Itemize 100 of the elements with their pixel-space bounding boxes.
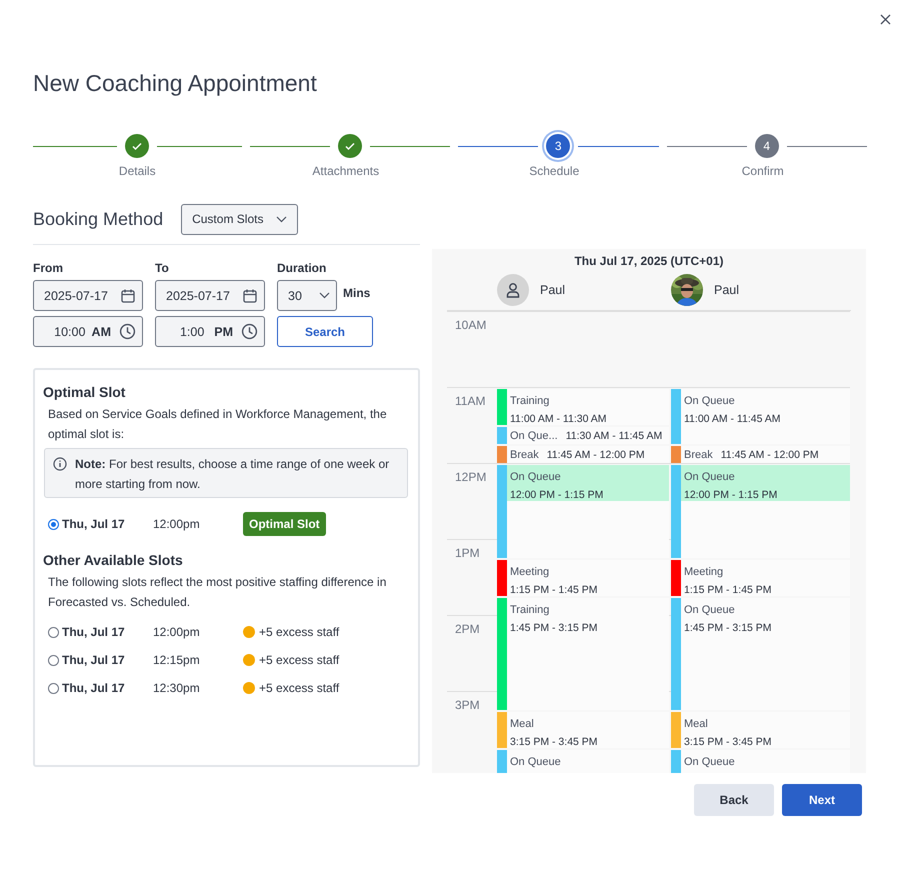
calendar-icon xyxy=(120,288,136,304)
radio-button[interactable] xyxy=(48,682,59,694)
duration-dropdown[interactable]: 30 xyxy=(277,280,337,311)
hour-label: 11AM xyxy=(454,393,486,410)
date-field[interactable]: 2025-07-17 xyxy=(155,280,265,311)
event-time: 3:15 PM - 3:45 PM xyxy=(684,735,773,748)
staffing-text: +5 excess staff xyxy=(259,681,340,695)
event-time: 1:15 PM - 1:45 PM xyxy=(684,583,773,596)
description: Based on Service Goals defined in Workforce Management, the optimal slot is: xyxy=(48,406,388,443)
event-time: 11:45 AM - 12:00 PM xyxy=(546,448,645,463)
event-time: 12:00 PM - 1:15 PM xyxy=(510,488,604,503)
dialog-title: New Coaching Appointment xyxy=(33,70,318,98)
event-title: Meeting xyxy=(684,565,724,580)
note-text: Note: For best results, choose a time range of one week or more starting from now. xyxy=(75,456,390,493)
calendar-event[interactable]: Training 11:00 AM - 11:30 AM xyxy=(497,389,669,425)
clock-icon xyxy=(241,323,258,340)
hour-label: 3PM xyxy=(454,697,481,714)
agent-name: Paul xyxy=(714,282,740,296)
step-number: 3 xyxy=(546,134,570,158)
event-title: On Que... xyxy=(510,429,558,444)
event-title: Training xyxy=(510,394,550,409)
hour-label: 1PM xyxy=(454,545,481,562)
event-title: On Queue xyxy=(684,470,736,485)
staffing-text: +5 excess staff xyxy=(259,653,340,667)
step-label: Attachments xyxy=(312,164,380,178)
calendar-event[interactable]: Meal 3:15 PM - 3:45 PM xyxy=(671,712,850,748)
event-title: Break xyxy=(684,448,713,463)
slot-time: 12:00pm xyxy=(153,625,201,639)
event-title: On Queue xyxy=(684,603,736,618)
next-button[interactable]: Next xyxy=(782,784,862,816)
radio-button[interactable] xyxy=(48,626,59,638)
calendar-event[interactable]: On Queue xyxy=(497,750,669,773)
event-time: 1:45 PM - 3:15 PM xyxy=(684,621,773,636)
field-label: To xyxy=(155,261,170,275)
calendar-event[interactable]: Training 1:45 PM - 3:15 PM xyxy=(497,598,669,710)
step-label: Confirm xyxy=(742,164,784,178)
event-title: Meal xyxy=(510,717,535,732)
field-label: Duration xyxy=(277,261,328,275)
step-label: Schedule xyxy=(529,164,580,178)
calendar-event[interactable]: On Que... 11:30 AM - 11:45 AM xyxy=(497,427,669,444)
section-title: Other Available Slots xyxy=(43,552,184,568)
calendar-event[interactable]: On Queue xyxy=(671,750,850,773)
slot-date: Thu, Jul 17 xyxy=(62,681,126,695)
calendar-icon xyxy=(242,288,258,304)
event-time: 11:45 AM - 12:00 PM xyxy=(720,448,819,463)
step-number: 4 xyxy=(754,134,779,158)
booking-method-label: Booking Method xyxy=(33,208,164,230)
event-time: 11:00 AM - 11:30 AM xyxy=(510,412,608,425)
calendar-event[interactable]: On Queue 12:00 PM - 1:15 PM xyxy=(497,465,669,558)
field-label: From xyxy=(33,261,64,275)
caret-icon xyxy=(319,292,330,299)
avatar-icon xyxy=(497,274,529,306)
calendar-date: Thu Jul 17, 2025 (UTC+01) xyxy=(573,253,725,269)
event-time: 11:00 AM - 11:45 AM xyxy=(684,412,782,427)
slot-time: 12:00pm xyxy=(153,517,201,531)
unit-label: Mins xyxy=(343,286,370,300)
event-time: 3:15 PM - 3:45 PM xyxy=(510,735,599,748)
event-title: On Queue xyxy=(510,470,562,485)
event-time: 12:00 PM - 1:15 PM xyxy=(684,488,778,503)
date-field[interactable]: 2025-07-17 xyxy=(33,280,143,311)
optimal-badge: Optimal Slot xyxy=(243,512,326,536)
calendar-event[interactable]: Meal 3:15 PM - 3:45 PM xyxy=(497,712,669,748)
calendar-event[interactable]: On Queue 12:00 PM - 1:15 PM xyxy=(671,465,850,558)
radio-button[interactable] xyxy=(48,518,59,530)
clock-icon xyxy=(119,323,136,340)
event-time: 1:45 PM - 3:15 PM xyxy=(510,621,599,636)
time-field[interactable]: 1:00 PM xyxy=(155,316,265,347)
slot-date: Thu, Jul 17 xyxy=(62,625,126,639)
calendar-event[interactable]: Meeting 1:15 PM - 1:45 PM xyxy=(497,560,669,596)
time-field[interactable]: 10:00 AM xyxy=(33,316,143,347)
section-title: Optimal Slot xyxy=(43,384,126,400)
event-title: Meal xyxy=(684,717,709,732)
radio-button[interactable] xyxy=(48,654,59,666)
slot-time: 12:15pm xyxy=(153,653,201,667)
event-title: Training xyxy=(510,603,550,618)
step-label: Details xyxy=(118,164,156,178)
event-title: Meeting xyxy=(510,565,550,580)
slot-date: Thu, Jul 17 xyxy=(62,653,126,667)
calendar-event[interactable]: On Queue 11:00 AM - 11:45 AM xyxy=(671,389,850,444)
event-time: 1:15 PM - 1:45 PM xyxy=(510,583,599,596)
event-time: 11:30 AM - 11:45 AM xyxy=(566,429,662,444)
agent-name: Paul xyxy=(540,282,566,296)
description: The following slots reflect the most positive staffing difference in Forecasted vs. Scheduled. xyxy=(48,574,388,611)
calendar-event[interactable]: On Queue 1:45 PM - 3:15 PM xyxy=(671,598,850,710)
hour-label: 10AM xyxy=(454,317,488,334)
calendar-event[interactable]: Break 11:45 AM - 12:00 PM xyxy=(497,446,669,463)
hour-label: 12PM xyxy=(454,469,488,486)
event-title: On Queue xyxy=(684,755,736,770)
event-title: On Queue xyxy=(684,394,736,409)
info-icon xyxy=(53,457,67,471)
search-button[interactable]: Search xyxy=(277,316,373,347)
hour-label: 2PM xyxy=(454,621,481,638)
event-title: Break xyxy=(510,448,539,463)
calendar-event[interactable]: Meeting 1:15 PM - 1:45 PM xyxy=(671,560,850,596)
event-title: On Queue xyxy=(510,755,562,770)
staffing-text: +5 excess staff xyxy=(259,625,340,639)
booking-method-dropdown[interactable]: Custom Slots xyxy=(181,204,298,234)
slot-date: Thu, Jul 17 xyxy=(62,517,126,531)
back-button[interactable]: Back xyxy=(694,784,774,816)
calendar-event[interactable]: Break 11:45 AM - 12:00 PM xyxy=(671,446,850,463)
